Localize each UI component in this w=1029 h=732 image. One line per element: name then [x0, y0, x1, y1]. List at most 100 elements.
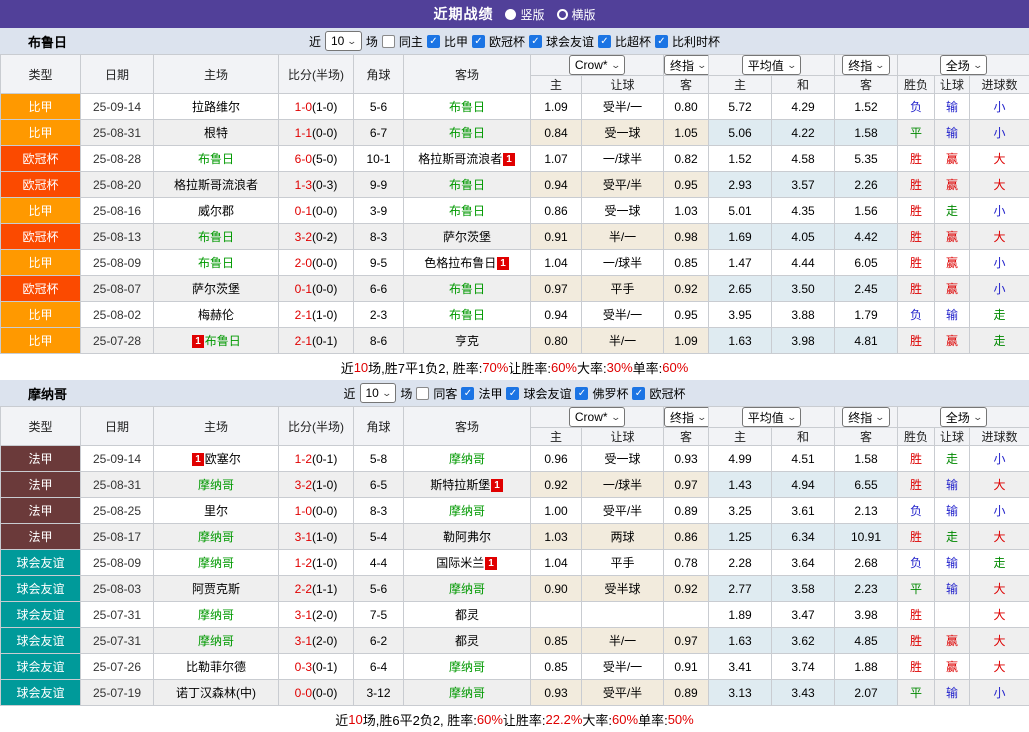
radio-selected-icon: [505, 9, 516, 20]
league-checkbox[interactable]: ✓: [506, 387, 519, 400]
team-name-text: 摩纳哥: [449, 452, 485, 466]
section-filter-row: 布鲁日近10⌄场同主✓比甲✓欧冠杯✓球会友谊✓比超杯✓比利时杯: [0, 28, 1029, 54]
team-name-text: 比勒菲尔德: [186, 660, 246, 674]
result-goals: 小: [970, 198, 1029, 224]
league-checkbox[interactable]: ✓: [632, 387, 645, 400]
near-label: 近: [309, 33, 321, 50]
away-team: 摩纳哥: [404, 680, 531, 706]
handicap-home-odds: 1.07: [531, 146, 582, 172]
halftime-score: (0-1): [312, 660, 337, 674]
match-row: 球会友谊25-08-09摩纳哥1-2(1-0)4-4国际米兰11.04平手0.7…: [1, 550, 1029, 576]
final-avg-select[interactable]: 终指⌄: [842, 55, 890, 75]
odds-company-select[interactable]: Crow*⌄: [569, 407, 625, 427]
avg-away-odds: 1.79: [835, 302, 898, 328]
team-name-text: 摩纳哥: [198, 608, 234, 622]
result-goals: 走: [970, 550, 1029, 576]
rank-badge: 1: [485, 557, 497, 570]
match-score: 1-0(1-0): [279, 94, 354, 120]
handicap-home-odds: 1.00: [531, 498, 582, 524]
avg-odds-select[interactable]: 平均值⌄: [742, 55, 802, 75]
result-handicap: 赢: [935, 172, 970, 198]
match-count-select[interactable]: 10⌄: [360, 383, 397, 403]
select-cell: Crow*⌄: [531, 55, 664, 76]
chevron-down-icon: ⌄: [875, 412, 886, 423]
away-team: 都灵: [404, 628, 531, 654]
avg-home-odds: 3.13: [709, 680, 772, 706]
match-date: 25-08-31: [81, 472, 154, 498]
sub-col-header: 主: [709, 428, 772, 446]
same-venue-checkbox[interactable]: [382, 35, 395, 48]
team-name: 摩纳哥: [28, 384, 67, 403]
fulltime-score: 1-3: [295, 178, 312, 192]
scope-select[interactable]: 全场⌄: [940, 407, 988, 427]
col-header: 类型: [1, 55, 81, 94]
final-odds-select[interactable]: 终指⌄: [664, 407, 709, 427]
away-team: 国际米兰1: [404, 550, 531, 576]
match-row: 球会友谊25-07-31摩纳哥3-1(2-0)6-2都灵0.85半/一0.971…: [1, 628, 1029, 654]
odds-company-select[interactable]: Crow*⌄: [569, 55, 625, 75]
select-value: 10: [366, 386, 379, 400]
league-checkbox[interactable]: ✓: [598, 35, 611, 48]
select-cell: 平均值⌄: [709, 55, 835, 76]
team-name-text: 摩纳哥: [198, 556, 234, 570]
handicap-home-odds: 1.04: [531, 250, 582, 276]
match-date: 25-09-14: [81, 446, 154, 472]
result-outcome: 平: [898, 120, 935, 146]
sub-col-header: 和: [772, 428, 835, 446]
avg-home-odds: 3.95: [709, 302, 772, 328]
team-name-text: 都灵: [455, 608, 479, 622]
avg-home-odds: 1.63: [709, 328, 772, 354]
result-outcome: 胜: [898, 602, 935, 628]
fulltime-score: 0-3: [295, 660, 312, 674]
league-checkbox[interactable]: ✓: [529, 35, 542, 48]
avg-home-odds: 5.72: [709, 94, 772, 120]
league-label: 比甲: [444, 33, 468, 50]
sub-col-header: 客: [664, 428, 709, 446]
scope-select[interactable]: 全场⌄: [940, 55, 988, 75]
halftime-score: (0-0): [312, 126, 337, 140]
avg-away-odds: 2.07: [835, 680, 898, 706]
avg-away-odds: 1.88: [835, 654, 898, 680]
match-row: 比甲25-07-281布鲁日2-1(0-1)8-6亨克0.80半/一1.091.…: [1, 328, 1029, 354]
final-avg-select[interactable]: 终指⌄: [842, 407, 890, 427]
summary-part: 单率:: [638, 710, 668, 729]
league-checkbox[interactable]: ✓: [427, 35, 440, 48]
league-checkbox[interactable]: ✓: [575, 387, 588, 400]
league-checkbox[interactable]: ✓: [655, 35, 668, 48]
summary-part: 60%: [612, 712, 638, 727]
avg-away-odds: 1.56: [835, 198, 898, 224]
select-value: 终指: [848, 57, 872, 74]
avg-away-odds: 4.81: [835, 328, 898, 354]
same-venue-checkbox[interactable]: [416, 387, 429, 400]
handicap-line: 一/球半: [582, 472, 664, 498]
result-goals: 小: [970, 276, 1029, 302]
match-count-select[interactable]: 10⌄: [325, 31, 362, 51]
result-outcome: 胜: [898, 472, 935, 498]
chevron-down-icon: ⌄: [972, 412, 983, 423]
sub-col-header: 让球: [935, 428, 970, 446]
handicap-away-odds: 0.95: [664, 172, 709, 198]
away-team: 萨尔茨堡: [404, 224, 531, 250]
match-row: 欧冠杯25-08-13布鲁日3-2(0-2)8-3萨尔茨堡0.91半/一0.98…: [1, 224, 1029, 250]
result-goals: 小: [970, 250, 1029, 276]
team-name-text: 布鲁日: [198, 256, 234, 270]
league-checkbox[interactable]: ✓: [461, 387, 474, 400]
avg-draw-odds: 4.29: [772, 94, 835, 120]
league-checkbox[interactable]: ✓: [472, 35, 485, 48]
avg-odds-select[interactable]: 平均值⌄: [742, 407, 802, 427]
radio-vertical-layout[interactable]: 竖版: [505, 6, 544, 23]
result-outcome: 胜: [898, 224, 935, 250]
result-goals: 大: [970, 654, 1029, 680]
final-odds-select[interactable]: 终指⌄: [664, 55, 709, 75]
halftime-score: (0-0): [312, 504, 337, 518]
page-title: 近期战绩: [433, 4, 493, 24]
chevron-down-icon: ⌄: [610, 60, 621, 71]
avg-draw-odds: 4.22: [772, 120, 835, 146]
match-row: 欧冠杯25-08-07萨尔茨堡0-1(0-0)6-6布鲁日0.97平手0.922…: [1, 276, 1029, 302]
rank-badge: 1: [503, 153, 515, 166]
chevron-down-icon: ⌄: [875, 60, 886, 71]
rank-badge: 1: [491, 479, 503, 492]
radio-horizontal-layout[interactable]: 横版: [557, 6, 596, 23]
handicap-line: 半/一: [582, 328, 664, 354]
sub-col-header: 和: [772, 76, 835, 94]
